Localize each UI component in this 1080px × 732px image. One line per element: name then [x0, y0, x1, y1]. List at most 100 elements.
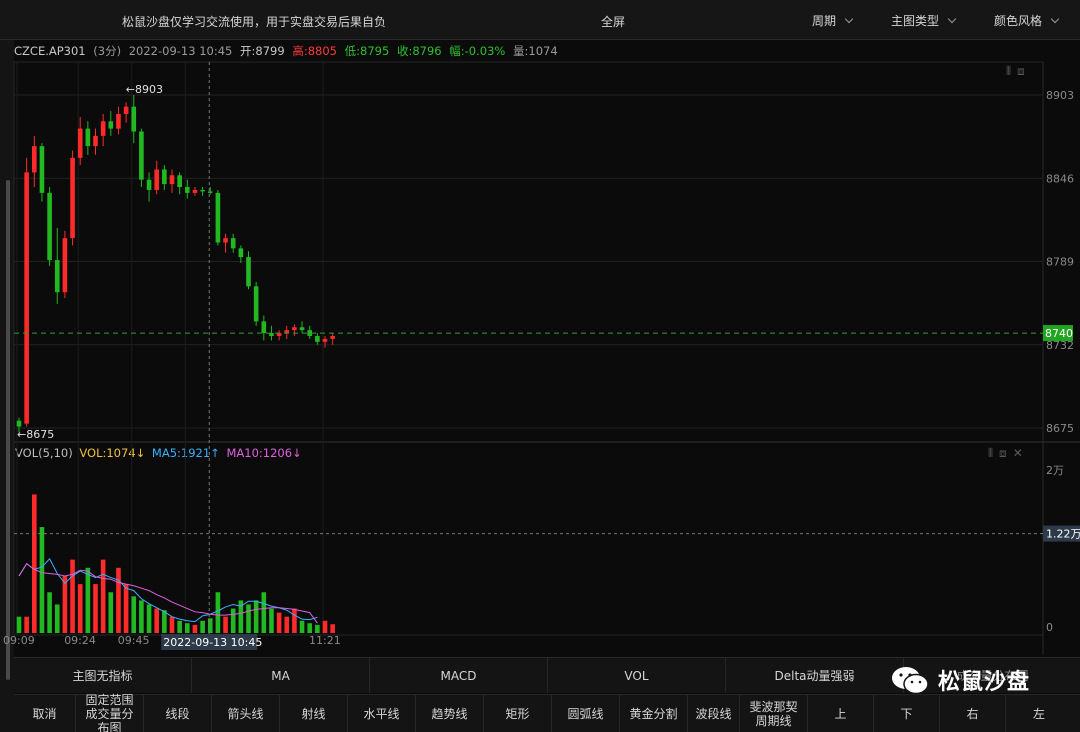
tool-rectangle[interactable]: 矩形	[484, 695, 552, 732]
cursor-time-tag: 2022-09-13 10:45	[163, 636, 262, 649]
price-tick-label: 8846	[1046, 172, 1074, 185]
candle-body	[131, 106, 137, 132]
candle-body	[200, 189, 205, 192]
volume-bar	[192, 624, 198, 633]
tool-horizontal-line[interactable]: 水平线	[348, 695, 416, 732]
volume-bar	[185, 623, 190, 633]
candle-body	[215, 192, 221, 243]
tool-fixed-range-volume-profile[interactable]: 固定范围成交量分布图	[76, 693, 144, 732]
price-panel-frame	[13, 61, 1044, 443]
volume-bar	[39, 527, 45, 633]
watermark: 松鼠沙盘	[890, 664, 1030, 696]
tool-fib-time-cycle[interactable]: 斐波那契周期线	[740, 695, 808, 732]
tool-right[interactable]: 右	[940, 695, 1006, 732]
volume-bar	[154, 608, 159, 633]
tool-segment[interactable]: 线段	[144, 695, 212, 732]
volume-bar	[246, 604, 251, 633]
volume-panel-frame	[13, 441, 1044, 636]
candle-body	[299, 327, 305, 331]
candle-body	[162, 169, 167, 185]
candle-body	[177, 175, 182, 188]
candle-body	[154, 169, 159, 190]
candle-body	[246, 257, 251, 287]
candle-body	[62, 238, 68, 293]
indicator-macd[interactable]: MACD	[370, 658, 548, 693]
candle-body	[77, 128, 83, 158]
volume-bar	[276, 612, 282, 633]
drawing-tools-bar: 取消 固定范围成交量分布图 线段 箭头线 射线 水平线 趋势线 矩形 圆弧线 黄…	[14, 693, 1080, 732]
volume-bar	[307, 623, 312, 633]
tool-up[interactable]: 上	[808, 695, 874, 732]
indicator-vol[interactable]: VOL	[548, 658, 726, 693]
volume-bar	[322, 620, 328, 633]
volume-bar	[116, 567, 121, 633]
candle-body	[108, 121, 114, 129]
candle-body	[261, 321, 267, 334]
low-marker: ←8675	[17, 428, 54, 441]
volume-bar	[146, 604, 152, 633]
indicator-delta[interactable]: Delta动量强弱	[726, 658, 904, 693]
volume-bar	[299, 620, 305, 633]
tool-down[interactable]: 下	[874, 695, 940, 732]
time-tick-label: 09:45	[118, 634, 150, 647]
tool-arrow-line[interactable]: 箭头线	[212, 695, 280, 732]
current-price-tag: 8740	[1045, 327, 1073, 340]
candle-body	[292, 327, 297, 331]
tool-ray[interactable]: 射线	[280, 695, 348, 732]
volume-bar	[177, 620, 182, 633]
time-tick-label: 09:24	[64, 634, 96, 647]
time-tick-label: 09:09	[3, 634, 35, 647]
volume-bar	[77, 584, 83, 633]
volume-bar	[261, 592, 267, 633]
candle-body	[100, 121, 106, 136]
tool-left[interactable]: 左	[1006, 695, 1072, 732]
volume-bar	[269, 608, 274, 633]
volume-bar	[162, 610, 167, 633]
volume-bar	[93, 584, 98, 633]
volume-bar	[100, 559, 106, 633]
volume-bar	[215, 592, 221, 633]
candle-body	[139, 131, 144, 180]
tool-trend-line[interactable]: 趋势线	[416, 695, 484, 732]
volume-bar	[131, 596, 137, 633]
candle-body	[253, 286, 259, 322]
watermark-text: 松鼠沙盘	[938, 670, 1031, 695]
candle-body	[16, 420, 22, 427]
volume-bar	[230, 608, 236, 633]
volume-bar	[200, 620, 205, 633]
candle-body	[223, 238, 228, 243]
vol-tick-label: 0	[1046, 621, 1053, 634]
candle-body	[116, 113, 121, 129]
volume-bar	[47, 592, 52, 633]
candle-body	[146, 179, 152, 190]
candle-body	[207, 191, 213, 193]
volume-bar	[284, 616, 290, 633]
candle-body	[123, 106, 129, 114]
candle-body	[93, 135, 98, 147]
candle-body	[70, 157, 75, 239]
volume-bar	[123, 584, 129, 633]
volume-bar	[70, 559, 75, 633]
candle-body	[32, 146, 37, 173]
tool-cancel[interactable]: 取消	[14, 695, 76, 732]
candle-body	[185, 187, 190, 193]
candle-body	[54, 260, 60, 293]
tool-fibonacci[interactable]: 黄金分割	[620, 695, 688, 732]
candle-body	[315, 335, 320, 342]
volume-bar	[54, 604, 60, 633]
candle-body	[39, 146, 45, 193]
indicator-ma[interactable]: MA	[192, 658, 370, 693]
wechat-icon	[892, 667, 929, 695]
kline-chart[interactable]: 890388468789873286752万0←8903←867587401.2…	[0, 0, 1080, 657]
candle-body	[24, 172, 29, 424]
volume-bar	[24, 616, 29, 633]
indicator-none[interactable]: 主图无指标	[14, 658, 192, 693]
candle-body	[322, 338, 328, 342]
volume-bar	[139, 600, 144, 633]
candle-body	[238, 248, 244, 258]
volume-bar	[223, 616, 228, 633]
tool-arc[interactable]: 圆弧线	[552, 695, 620, 732]
volume-bar	[85, 567, 91, 633]
tool-wave-line[interactable]: 波段线	[688, 695, 740, 732]
volume-bar	[169, 616, 175, 633]
